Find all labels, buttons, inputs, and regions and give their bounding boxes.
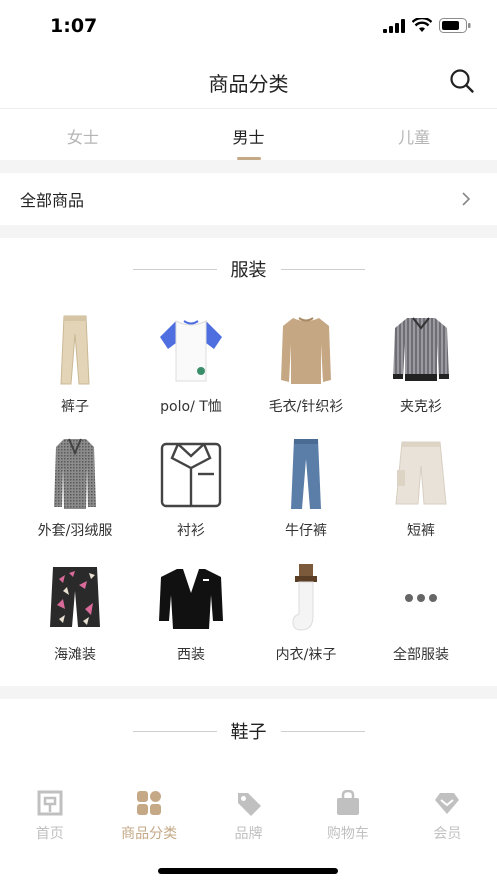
bottom-tab-bar: 首页 商品分类 品牌 购物车 会员 xyxy=(0,782,497,842)
category-label: 衬衫 xyxy=(177,523,205,539)
heading-line-left xyxy=(132,268,217,270)
status-bar: 1:07 xyxy=(0,0,497,54)
status-time: 1:07 xyxy=(50,15,98,37)
all-goods-label: 全部商品 xyxy=(20,191,85,210)
diamond-icon xyxy=(435,793,460,814)
category-item-sweater[interactable]: 毛衣/针织衫 xyxy=(248,310,364,416)
category-label: polo/ T恤 xyxy=(160,399,222,415)
section-title: 服装 xyxy=(230,260,267,281)
battery-icon xyxy=(439,18,471,33)
category-label: 全部服装 xyxy=(393,647,449,663)
category-label: 外套/羽绒服 xyxy=(37,523,113,539)
home-icon xyxy=(37,790,63,816)
tabbar-label: 品牌 xyxy=(234,826,263,842)
tabbar-label: 会员 xyxy=(433,826,462,842)
section-heading-shoes: 鞋子 xyxy=(0,716,497,746)
shirt-icon xyxy=(151,434,231,514)
category-item-jacket[interactable]: 夹克衫 xyxy=(363,310,479,416)
beach-shorts-icon xyxy=(35,558,115,638)
category-item-jeans[interactable]: 牛仔裤 xyxy=(248,434,364,540)
heading-line-left xyxy=(132,730,217,732)
category-item-trousers[interactable]: 裤子 xyxy=(17,310,133,416)
page-title: 商品分类 xyxy=(208,72,289,96)
category-label: 内衣/袜子 xyxy=(275,647,337,663)
tabbar-item-brand[interactable]: 品牌 xyxy=(199,782,298,842)
divider xyxy=(0,225,497,238)
section-title: 鞋子 xyxy=(230,722,267,743)
chevron-right-icon xyxy=(462,192,471,206)
section-heading-clothing: 服装 xyxy=(0,254,497,284)
status-icons xyxy=(383,18,471,33)
jacket-icon xyxy=(381,310,461,390)
tabbar-label: 商品分类 xyxy=(121,826,178,842)
tabbar-item-category[interactable]: 商品分类 xyxy=(99,782,198,842)
category-label: 裤子 xyxy=(61,399,89,415)
heading-line-right xyxy=(280,730,365,732)
search-button[interactable] xyxy=(449,68,475,94)
trousers-icon xyxy=(35,310,115,390)
category-item-all-clothing[interactable]: 全部服装 xyxy=(363,558,479,664)
tabbar-item-cart[interactable]: 购物车 xyxy=(298,782,397,842)
tag-icon xyxy=(237,793,261,816)
tabbar-label: 首页 xyxy=(35,826,64,842)
coat-icon xyxy=(35,434,115,514)
heading-line-right xyxy=(280,268,365,270)
category-item-beachwear[interactable]: 海滩装 xyxy=(17,558,133,664)
home-indicator xyxy=(158,868,338,874)
suit-icon xyxy=(151,558,231,638)
category-item-shirt[interactable]: 衬衫 xyxy=(133,434,249,540)
category-icon xyxy=(137,791,162,815)
category-item-suit[interactable]: 西装 xyxy=(133,558,249,664)
tab-men[interactable]: 男士 xyxy=(166,109,332,160)
bag-icon xyxy=(336,789,359,815)
nav-bar: 商品分类 xyxy=(0,54,497,108)
category-label: 短裤 xyxy=(407,523,435,539)
tab-kids[interactable]: 儿童 xyxy=(331,109,497,160)
category-label: 毛衣/针织衫 xyxy=(268,399,344,415)
category-item-polo[interactable]: polo/ T恤 xyxy=(133,310,249,416)
category-label: 海滩装 xyxy=(54,647,96,663)
shorts-icon xyxy=(381,434,461,514)
category-label: 夹克衫 xyxy=(400,399,442,415)
jeans-icon xyxy=(266,434,346,514)
category-label: 西装 xyxy=(177,647,205,663)
category-label: 牛仔裤 xyxy=(285,523,327,539)
wifi-icon xyxy=(412,18,432,32)
polo-tshirt-icon xyxy=(151,310,231,390)
sweater-icon xyxy=(266,310,346,390)
category-item-underwear-socks[interactable]: 内衣/袜子 xyxy=(248,558,364,664)
divider xyxy=(0,686,497,699)
more-icon xyxy=(381,558,461,638)
tabbar-item-home[interactable]: 首页 xyxy=(0,782,99,842)
category-item-shorts[interactable]: 短裤 xyxy=(363,434,479,540)
tabbar-item-member[interactable]: 会员 xyxy=(398,782,497,842)
socks-icon xyxy=(266,558,346,638)
tab-women[interactable]: 女士 xyxy=(0,109,166,160)
all-goods-row[interactable]: 全部商品 xyxy=(0,173,497,225)
category-item-coat[interactable]: 外套/羽绒服 xyxy=(17,434,133,540)
tabbar-label: 购物车 xyxy=(326,826,369,842)
search-icon xyxy=(450,69,474,93)
signal-icon xyxy=(383,18,405,33)
divider xyxy=(0,160,497,173)
gender-tabs: 女士 男士 儿童 xyxy=(0,108,497,160)
